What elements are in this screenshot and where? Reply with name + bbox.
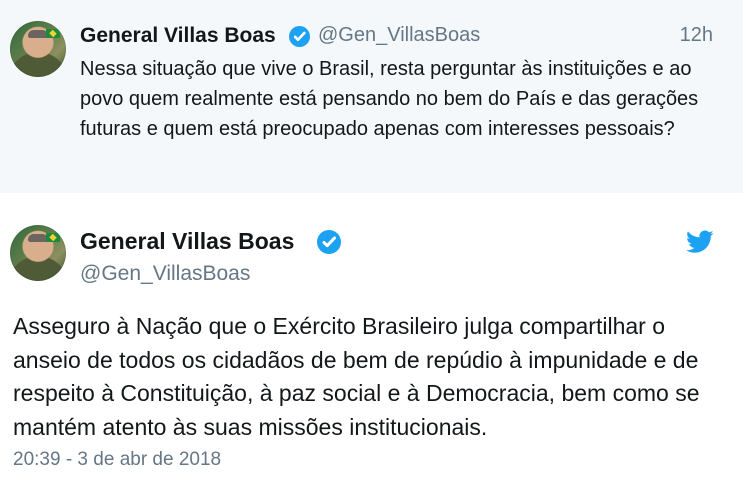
tweet-time[interactable]: 12h bbox=[680, 24, 713, 47]
avatar-hair bbox=[28, 30, 48, 38]
tweet-text: Nessa situação que vive o Brasil, resta … bbox=[80, 58, 699, 140]
tweet-text: Asseguro à Nação que o Exército Brasilei… bbox=[13, 313, 700, 440]
author-name[interactable]: General Villas Boas bbox=[80, 24, 276, 48]
tweet-reply[interactable]: General Villas Boas @Gen_VillasBoas 12h … bbox=[0, 0, 743, 193]
avatar[interactable] bbox=[10, 21, 66, 77]
author-handle[interactable]: @Gen_VillasBoas bbox=[318, 24, 480, 47]
tweet-timestamp[interactable]: 20:39 - 3 de abr de 2018 bbox=[13, 449, 221, 471]
author-name[interactable]: General Villas Boas bbox=[80, 228, 294, 255]
avatar[interactable] bbox=[10, 225, 66, 281]
author-handle[interactable]: @Gen_VillasBoas bbox=[80, 262, 250, 286]
twitter-bird-icon[interactable] bbox=[686, 230, 714, 254]
avatar-hair bbox=[28, 234, 48, 242]
flag-icon bbox=[46, 233, 60, 242]
flag-icon bbox=[46, 29, 60, 38]
verified-badge-icon bbox=[289, 26, 310, 47]
verified-badge-icon bbox=[317, 230, 341, 254]
